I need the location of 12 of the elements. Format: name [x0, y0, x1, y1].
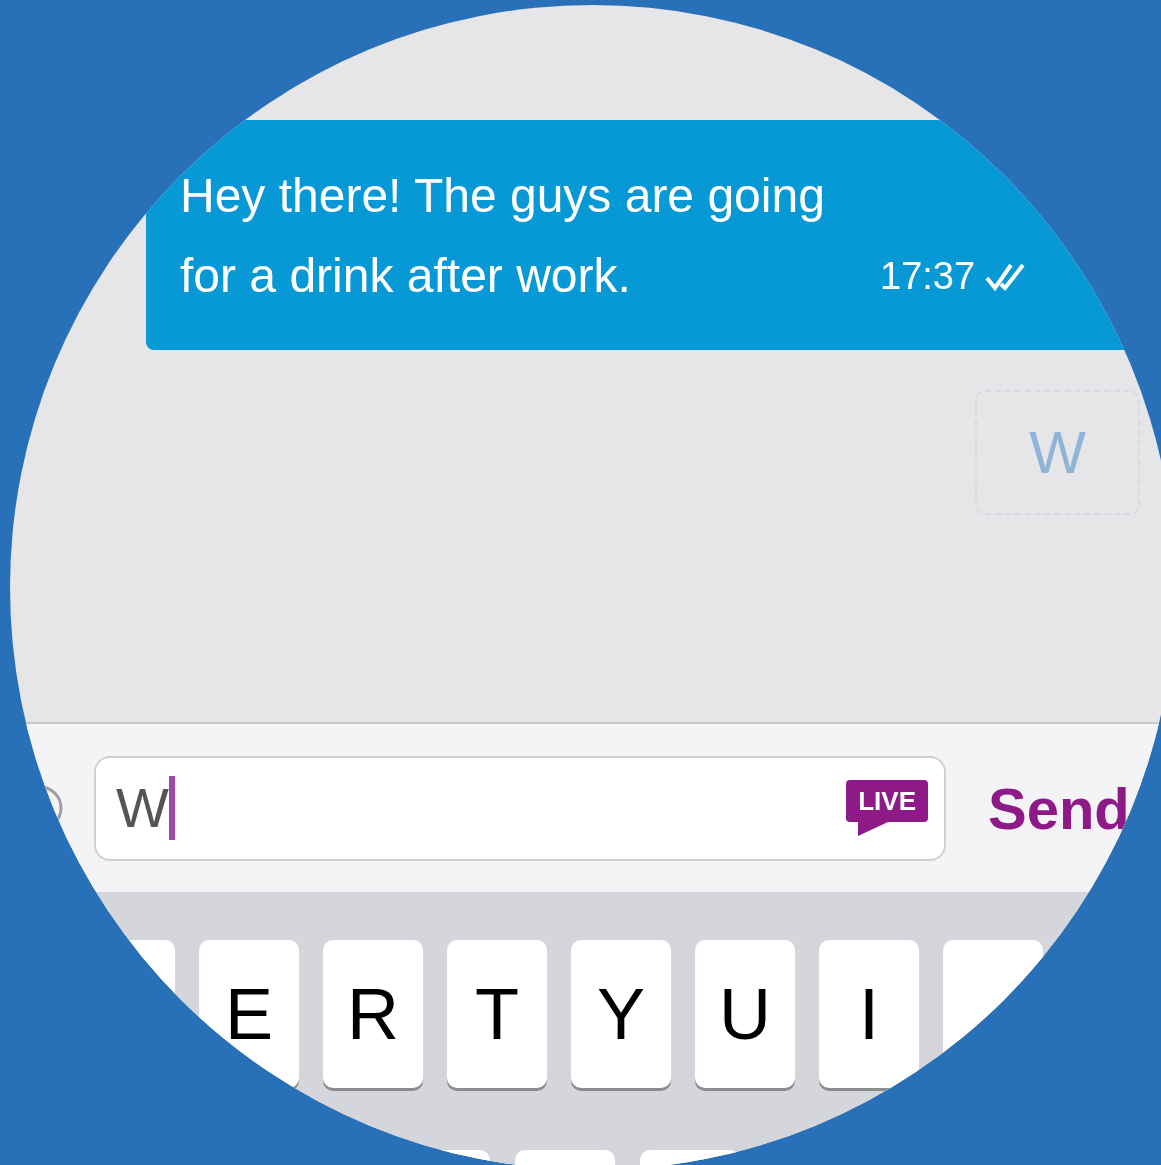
keyboard-key[interactable]: T	[447, 940, 547, 1088]
keyboard-key[interactable]: I	[819, 940, 919, 1088]
send-button[interactable]: Send	[988, 764, 1130, 852]
message-text: Hey there! The guys are going for a drink after work.	[180, 168, 826, 304]
key-preview: W	[975, 390, 1140, 515]
keyboard-key[interactable]: Y	[571, 940, 671, 1088]
keyboard-key[interactable]: U	[695, 940, 795, 1088]
message-time: 17:37	[880, 254, 976, 299]
keyboard-key[interactable]: R	[323, 940, 423, 1088]
keyboard-key[interactable]: E	[199, 940, 299, 1088]
input-field[interactable]: W LIVE	[94, 755, 946, 861]
text-cursor	[168, 776, 175, 840]
